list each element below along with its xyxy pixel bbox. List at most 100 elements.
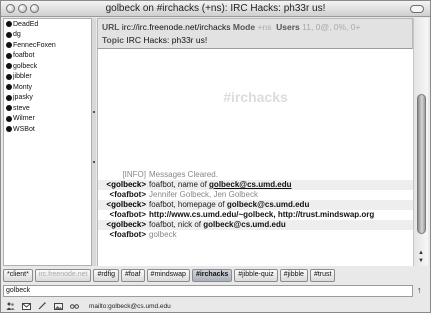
message-text: foafbot, nick of golbeck@cs.umd.edu bbox=[149, 220, 413, 230]
channel-info-row: URL irc://irc.freenode.net/irchacks Mode… bbox=[102, 22, 361, 32]
message-row: <golbeck> foafbot, nick of golbeck@cs.umd… bbox=[98, 220, 413, 230]
message-text: foafbot, homepage of golbeck@cs.umd.edu bbox=[149, 200, 413, 210]
message-sender[interactable]: <foafbot> bbox=[99, 230, 149, 240]
nick-item[interactable]: jpasky bbox=[4, 93, 91, 104]
nick-label: WSBot bbox=[13, 125, 35, 133]
splitter-grip bbox=[93, 161, 95, 163]
channel-tabs: *client* irc.freenode.net #rdfig #foaf #mind… bbox=[3, 269, 430, 283]
nick-label: jpasky bbox=[13, 94, 33, 102]
mode-value: +ns bbox=[257, 22, 272, 32]
nick-label: golbeck bbox=[13, 62, 38, 70]
nick-label: dg bbox=[13, 31, 21, 39]
nick-item[interactable]: dg bbox=[4, 30, 91, 41]
scrollbar-thumb[interactable] bbox=[417, 94, 426, 234]
message-area[interactable]: #irchacks [INFO] Messages Cleared. <golbec… bbox=[97, 49, 413, 266]
message-input[interactable]: golbeck bbox=[3, 285, 413, 297]
scroll-up-arrow-icon[interactable]: ▲ bbox=[418, 250, 424, 256]
send-arrow-icon[interactable]: ↑ bbox=[417, 285, 422, 295]
user-status-icon bbox=[6, 84, 12, 91]
splitter[interactable] bbox=[92, 18, 96, 266]
message-text-prefix: foafbot, name of bbox=[149, 180, 210, 189]
message-text-prefix: foafbot, nick of bbox=[149, 220, 204, 229]
message-sender[interactable]: <foafbot> bbox=[99, 210, 149, 220]
message-row: <foafbot> Jennifer Golbeck, Jen Golbeck bbox=[98, 190, 413, 200]
user-status-icon bbox=[6, 126, 12, 133]
nick-label: FennecFoxen bbox=[13, 41, 56, 49]
message-row: <foafbot> golbeck bbox=[98, 230, 413, 240]
nick-item[interactable]: jibbler bbox=[4, 72, 91, 83]
nick-list[interactable]: DeadEd dg FennecFoxen foafbot golbeck jibbler… bbox=[3, 18, 92, 266]
message-list: [INFO] Messages Cleared. <golbeck> foafbot,… bbox=[98, 170, 413, 240]
message-sender[interactable]: <foafbot> bbox=[99, 190, 149, 200]
user-status-icon bbox=[6, 21, 12, 28]
nick-item[interactable]: golbeck bbox=[4, 61, 91, 72]
nick-label: DeadEd bbox=[13, 20, 39, 28]
user-status-icon bbox=[6, 94, 12, 101]
scroll-down-arrow-icon[interactable]: ▼ bbox=[418, 258, 424, 264]
user-status-icon bbox=[6, 105, 12, 112]
topic-row: Topic IRC Hacks: ph33r us! bbox=[102, 35, 207, 45]
nick-label: foafbot bbox=[13, 52, 35, 60]
nick-item[interactable]: DeadEd bbox=[4, 19, 91, 30]
splitter-grip bbox=[93, 111, 95, 113]
tab-irchacks[interactable]: #irchacks bbox=[191, 269, 233, 282]
nick-item[interactable]: Wilmer bbox=[4, 114, 91, 125]
mail-icon[interactable] bbox=[22, 302, 31, 310]
nick-item[interactable]: Monty bbox=[4, 82, 91, 93]
message-text: golbeck bbox=[149, 230, 177, 239]
nick-item[interactable]: steve bbox=[4, 103, 91, 114]
image-icon[interactable] bbox=[54, 302, 63, 310]
glasses-icon[interactable] bbox=[70, 302, 79, 310]
nick-label: steve bbox=[13, 104, 30, 112]
topic-label: Topic bbox=[102, 35, 125, 45]
message-sender[interactable]: <golbeck> bbox=[99, 180, 149, 190]
message-sender[interactable]: [INFO] bbox=[99, 170, 149, 180]
app-window: golbeck on #irchacks (+ns): IRC Hacks: p… bbox=[0, 0, 431, 313]
message-row: <golbeck> foafbot, homepage of golbeck@cs… bbox=[98, 200, 413, 210]
message-link[interactable]: golbeck@cs.umd.edu bbox=[227, 200, 309, 209]
people-icon[interactable] bbox=[6, 302, 15, 310]
wand-icon[interactable] bbox=[38, 302, 47, 310]
tab-mindswap[interactable]: #mindswap bbox=[146, 269, 190, 282]
message-text: Jennifer Golbeck, Jen Golbeck bbox=[149, 190, 258, 199]
message-row: [INFO] Messages Cleared. bbox=[98, 170, 413, 180]
user-status-icon bbox=[6, 52, 12, 59]
tab-client[interactable]: *client* bbox=[3, 269, 33, 282]
users-label: Users bbox=[276, 22, 300, 32]
user-status-icon bbox=[6, 63, 12, 70]
tab-trust[interactable]: #trust bbox=[309, 269, 336, 282]
scrollbar[interactable]: ▲ ▼ bbox=[413, 18, 428, 266]
message-sender[interactable]: <golbeck> bbox=[99, 220, 149, 230]
nick-label: Wilmer bbox=[13, 115, 35, 123]
url-value[interactable]: irc://irc.freenode.net/irchacks bbox=[122, 22, 231, 32]
tab-foaf[interactable]: #foaf bbox=[120, 269, 145, 282]
tab-rdfig[interactable]: #rdfig bbox=[93, 269, 119, 282]
message-row: <golbeck> foafbot, name of golbeck@cs.umd… bbox=[98, 180, 413, 190]
status-text: mailto:golbeck@cs.umd.edu bbox=[89, 302, 171, 310]
message-sender[interactable]: <golbeck> bbox=[99, 200, 149, 210]
mode-label: Mode bbox=[232, 22, 256, 32]
message-text: foafbot, name of golbeck@cs.umd.edu bbox=[149, 180, 413, 190]
user-status-icon bbox=[6, 42, 12, 49]
message-link[interactable]: golbeck@cs.umd.edu bbox=[203, 220, 285, 229]
window-title: golbeck on #irchacks (+ns): IRC Hacks: p… bbox=[105, 3, 326, 14]
title-bar: golbeck on #irchacks (+ns): IRC Hacks: p… bbox=[1, 1, 430, 17]
channel-info: URL irc://irc.freenode.net/irchacks Mode… bbox=[97, 18, 413, 49]
message-row: <foafbot> http://www.cs.umd.edu/~golbeck,… bbox=[98, 210, 413, 220]
message-link[interactable]: golbeck@cs.umd.edu bbox=[209, 180, 291, 189]
url-label: URL bbox=[102, 22, 120, 32]
status-bar: mailto:golbeck@cs.umd.edu bbox=[1, 299, 430, 312]
message-text: Messages Cleared. bbox=[149, 170, 218, 179]
nick-label: jibbler bbox=[13, 73, 32, 81]
toolbar-toggle-button[interactable] bbox=[410, 5, 424, 13]
tab-jibble[interactable]: #jibble bbox=[279, 269, 308, 282]
message-text: http://www.cs.umd.edu/~golbeck, http://t… bbox=[149, 210, 413, 220]
nick-item[interactable]: foafbot bbox=[4, 51, 91, 62]
tab-irc-freenode-net[interactable]: irc.freenode.net bbox=[34, 269, 92, 282]
topic-value[interactable]: IRC Hacks: ph33r us! bbox=[126, 35, 207, 45]
message-link[interactable]: http://www.cs.umd.edu/~golbeck, http://t… bbox=[149, 210, 374, 219]
nick-label: Monty bbox=[13, 83, 33, 91]
nick-item[interactable]: FennecFoxen bbox=[4, 40, 91, 51]
nick-item[interactable]: WSBot bbox=[4, 124, 91, 135]
tab-jibble-quiz[interactable]: #jibble-quiz bbox=[234, 269, 278, 282]
